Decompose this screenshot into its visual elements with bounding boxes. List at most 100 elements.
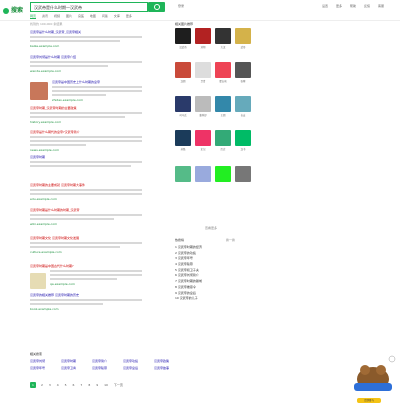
related-item[interactable]: 汉武帝陵墓: [92, 366, 123, 370]
side-image[interactable]: [215, 28, 231, 44]
tab-images[interactable]: 图片: [66, 14, 72, 18]
side-image[interactable]: [195, 96, 211, 112]
side-image[interactable]: [235, 28, 251, 44]
page-link[interactable]: 5: [65, 383, 67, 387]
side-image[interactable]: [235, 166, 251, 182]
tab-more[interactable]: 更多: [126, 14, 132, 18]
result-title[interactable]: 汉武帝时期_汉武帝时期的主要政策: [30, 106, 142, 110]
search-result: 汉武帝是中国历史上什么时期的皇帝 zhidao.example.com: [52, 80, 142, 102]
side-image[interactable]: [175, 130, 191, 146]
tab-qa[interactable]: 问答: [102, 14, 108, 18]
hot-item[interactable]: 1 汉武帝时期的经济: [175, 245, 247, 249]
side-image[interactable]: [195, 166, 211, 182]
hot-item[interactable]: 8 汉武帝推恩令: [175, 285, 247, 289]
related-item[interactable]: 汉武帝时期: [61, 359, 92, 363]
result-title[interactable]: 汉武帝时期是什么时期的时期_汉武帝: [30, 208, 142, 212]
header-link[interactable]: 更多: [336, 4, 342, 8]
side-image[interactable]: [215, 62, 231, 78]
promo-button[interactable]: 立即参与: [357, 398, 381, 403]
hot-item[interactable]: 7 汉武帝时期的疆域: [175, 279, 247, 283]
header-link[interactable]: 设置: [322, 4, 328, 8]
result-url[interactable]: news.example.com: [30, 148, 142, 152]
page-link[interactable]: 4: [57, 383, 59, 387]
result-url[interactable]: wiki.example.com: [30, 222, 142, 226]
result-url[interactable]: book.example.com: [30, 307, 142, 311]
page-link[interactable]: 2: [41, 383, 43, 387]
tab-map[interactable]: 地图: [90, 14, 96, 18]
tab-web[interactable]: 网页: [30, 14, 37, 19]
page-link[interactable]: 6: [73, 383, 75, 387]
side-image[interactable]: [175, 166, 191, 182]
related-item[interactable]: 汉武帝年号: [30, 366, 61, 370]
snippet-line: [30, 189, 142, 191]
hot-item[interactable]: 5 汉武帝和卫子夫: [175, 268, 247, 272]
result-url[interactable]: wenda.example.com: [30, 69, 142, 73]
header-link[interactable]: 反馈: [364, 4, 370, 8]
result-url[interactable]: qa.example.com: [50, 282, 142, 286]
header-link[interactable]: 帮助: [350, 4, 356, 8]
related-item[interactable]: 汉武帝功绩: [123, 359, 154, 363]
side-image[interactable]: [195, 28, 211, 44]
side-image[interactable]: [235, 96, 251, 112]
side-image[interactable]: [215, 130, 231, 146]
page-link[interactable]: 3: [49, 383, 51, 387]
tab-library[interactable]: 文库: [114, 14, 120, 18]
result-url[interactable]: history.example.com: [30, 120, 142, 124]
hot-item[interactable]: 6 汉武帝刘彻简介: [175, 273, 247, 277]
page-link[interactable]: 8: [88, 383, 90, 387]
header-link[interactable]: 客服: [378, 4, 384, 8]
result-title[interactable]: 汉武帝刘彻是什么时期 汉武帝介绍: [30, 55, 142, 59]
related-item[interactable]: 汉武帝政策: [154, 359, 185, 363]
snippet-line: [30, 246, 120, 248]
side-image[interactable]: [235, 130, 251, 146]
result-url[interactable]: zhidao.example.com: [52, 98, 142, 102]
side-image-caption: 董仲舒: [199, 114, 207, 117]
site-logo[interactable]: 搜索: [3, 5, 23, 14]
hot-item[interactable]: 3 汉武帝年号: [175, 256, 247, 260]
tab-news[interactable]: 资讯: [42, 14, 48, 18]
side-image[interactable]: [175, 96, 191, 112]
related-item[interactable]: 汉武帝刘彻: [30, 359, 61, 363]
related-item[interactable]: 汉武帝皇后: [123, 366, 154, 370]
hot-item[interactable]: 10 汉武帝的儿子: [175, 296, 247, 300]
result-title[interactable]: 汉武帝是中国历史上什么时期的皇帝: [52, 80, 142, 84]
result-title[interactable]: 汉武帝的相关推荐 汉武帝时期的历史: [30, 293, 142, 297]
side-image[interactable]: [175, 62, 191, 78]
tab-medical[interactable]: 良医: [78, 14, 84, 18]
side-image[interactable]: [215, 166, 231, 182]
result-url[interactable]: baike.example.com: [30, 44, 142, 48]
side-image[interactable]: [215, 96, 231, 112]
result-thumbnail[interactable]: [30, 82, 48, 100]
result-title[interactable]: 汉武帝时期是中国古代什么时期?: [30, 264, 142, 268]
hot-item[interactable]: 9 汉武帝的皇后: [175, 291, 247, 295]
side-image[interactable]: [195, 130, 211, 146]
result-title[interactable]: 汉武帝是什么朝代的皇帝?汉武帝简介: [30, 130, 142, 134]
snippet-line: [50, 274, 142, 276]
result-title[interactable]: 汉武帝时期的主要成就 汉武帝时期大事件: [30, 183, 142, 187]
related-item[interactable]: 汉武帝卫青: [61, 366, 92, 370]
page-current[interactable]: 1: [30, 382, 36, 388]
side-image[interactable]: [175, 28, 191, 44]
side-image-caption: 武帝: [240, 46, 246, 49]
related-item[interactable]: 汉武帝简介: [92, 359, 123, 363]
tab-video[interactable]: 视频: [54, 14, 60, 18]
search-button[interactable]: [148, 2, 165, 12]
hot-item[interactable]: 2 汉武帝的功绩: [175, 251, 247, 255]
page-link[interactable]: 10: [104, 383, 108, 387]
result-url[interactable]: culture.example.com: [30, 250, 142, 254]
side-more-link[interactable]: 查看更多: [205, 226, 217, 230]
page-link[interactable]: 9: [96, 383, 98, 387]
result-url[interactable]: edu.example.com: [30, 197, 142, 201]
hot-item[interactable]: 4 汉武帝陵墓: [175, 262, 247, 266]
header-link[interactable]: 登录: [178, 4, 184, 8]
related-item[interactable]: 汉武帝故事: [154, 366, 185, 370]
result-title[interactable]: 汉武帝时期文化 汉武帝时期文化发展: [30, 236, 142, 240]
result-title[interactable]: 汉武帝是什么时期_汉武帝_汉武帝相关: [30, 30, 142, 34]
side-image[interactable]: [235, 62, 251, 78]
next-page-link[interactable]: 下一页: [114, 383, 123, 387]
page-link[interactable]: 7: [80, 383, 82, 387]
result-title[interactable]: 汉武帝时期: [30, 155, 142, 159]
search-input[interactable]: 汉武帝是什么时期—汉武帝: [30, 2, 148, 12]
hot-refresh-link[interactable]: 换一换: [226, 238, 235, 242]
side-image[interactable]: [195, 62, 211, 78]
